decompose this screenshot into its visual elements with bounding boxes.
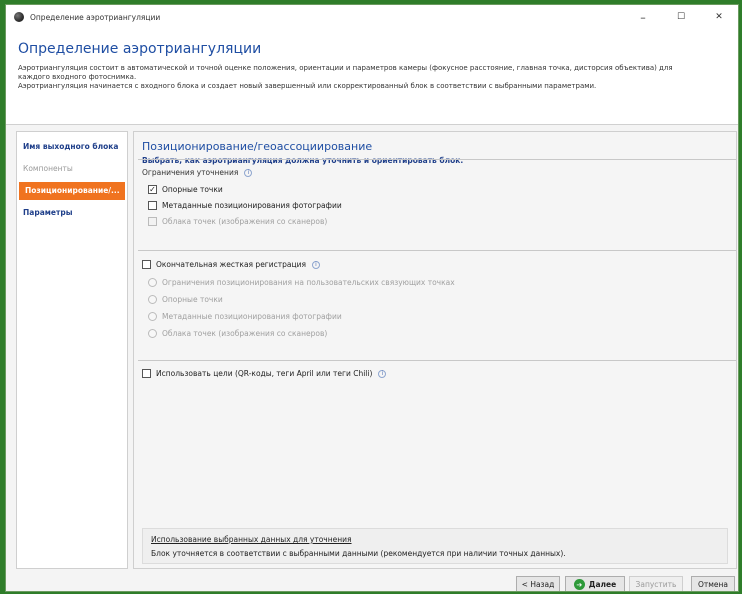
checkbox-point-clouds: Облака точек (изображения со сканеров) bbox=[148, 217, 327, 226]
radio-label: Метаданные позиционирования фотографии bbox=[162, 312, 342, 321]
arrow-right-icon: ➔ bbox=[573, 579, 585, 590]
sidebar-item-positioning[interactable]: Позиционирование/... bbox=[19, 182, 125, 200]
wizard-steps-sidebar: Имя выходного блока Компоненты Позициони… bbox=[16, 131, 128, 569]
run-button: Запустить bbox=[629, 576, 683, 591]
constraints-group-title: Ограничения уточнения i bbox=[142, 168, 253, 177]
divider bbox=[138, 159, 736, 160]
maximize-button[interactable]: ☐ bbox=[662, 5, 700, 29]
radio-control-points: Опорные точки bbox=[148, 295, 223, 304]
info-icon[interactable]: i bbox=[244, 168, 253, 177]
radio-label: Облака точек (изображения со сканеров) bbox=[162, 329, 328, 338]
cancel-button[interactable]: Отмена bbox=[691, 576, 735, 591]
checkbox-unchecked[interactable] bbox=[142, 369, 151, 378]
window-title: Определение аэротриангуляции bbox=[30, 12, 161, 22]
radio-label: Ограничения позиционирования на пользова… bbox=[162, 278, 455, 287]
wizard-header: Определение аэротриангуляции Аэротриангу… bbox=[6, 29, 738, 125]
close-button[interactable]: ✕ bbox=[700, 5, 738, 29]
checkbox-unchecked[interactable] bbox=[142, 260, 151, 269]
checkbox-unchecked[interactable] bbox=[148, 201, 157, 210]
page-description: Аэротриангуляция состоит в автоматическо… bbox=[18, 64, 726, 91]
wizard-footer: < Назад ➔ Далее Запустить Отмена bbox=[6, 573, 738, 591]
next-label: Далее bbox=[588, 580, 617, 589]
checkbox-final-rigid-registration[interactable]: Окончательная жесткая регистрация i bbox=[142, 260, 320, 269]
radio-disabled bbox=[148, 278, 157, 287]
checkbox-control-points[interactable]: ✓ Опорные точки bbox=[148, 185, 223, 194]
section-subtitle: Выбрать, как аэротриангуляция должна уто… bbox=[142, 156, 464, 165]
page-title: Определение аэротриангуляции bbox=[18, 41, 262, 57]
positioning-panel: Позиционирование/геоассоциирование Выбра… bbox=[133, 131, 737, 569]
checkbox-photo-metadata[interactable]: Метаданные позиционирования фотографии bbox=[148, 201, 342, 210]
sidebar-item-components: Компоненты bbox=[23, 164, 73, 173]
divider bbox=[138, 250, 736, 251]
sidebar-item-parameters[interactable]: Параметры bbox=[17, 204, 127, 222]
info-icon[interactable]: i bbox=[378, 369, 387, 378]
dialog-window: Определение аэротриангуляции – ☐ ✕ Опред… bbox=[5, 4, 739, 592]
hint-text: Блок уточняется в соответствии с выбранн… bbox=[151, 549, 566, 558]
minimize-button[interactable]: – bbox=[624, 5, 662, 29]
radio-disabled bbox=[148, 295, 157, 304]
app-icon bbox=[14, 12, 24, 22]
checkbox-label: Опорные точки bbox=[162, 185, 223, 194]
checkbox-label: Метаданные позиционирования фотографии bbox=[162, 201, 342, 210]
sidebar-item-output-block-name[interactable]: Имя выходного блока bbox=[17, 138, 127, 156]
description-line: Аэротриангуляция состоит в автоматическо… bbox=[18, 64, 673, 72]
description-line: каждого входного фотоснимка. bbox=[18, 73, 137, 81]
back-button[interactable]: < Назад bbox=[516, 576, 560, 591]
info-icon[interactable]: i bbox=[311, 260, 320, 269]
divider bbox=[138, 360, 736, 361]
next-button[interactable]: ➔ Далее bbox=[565, 576, 625, 591]
constraints-label: Ограничения уточнения bbox=[142, 168, 239, 177]
checkbox-checked[interactable]: ✓ bbox=[148, 185, 157, 194]
section-title: Позиционирование/геоассоциирование bbox=[142, 140, 373, 153]
checkbox-label: Окончательная жесткая регистрация bbox=[156, 260, 306, 269]
radio-user-tie-points: Ограничения позиционирования на пользова… bbox=[148, 278, 455, 287]
radio-disabled bbox=[148, 312, 157, 321]
radio-point-clouds: Облака точек (изображения со сканеров) bbox=[148, 329, 327, 338]
title-bar: Определение аэротриангуляции – ☐ ✕ bbox=[6, 5, 738, 29]
window-controls: – ☐ ✕ bbox=[624, 5, 738, 29]
radio-label: Опорные точки bbox=[162, 295, 223, 304]
radio-disabled bbox=[148, 329, 157, 338]
checkbox-disabled bbox=[148, 217, 157, 226]
description-line: Аэротриангуляция начинается с входного б… bbox=[18, 82, 597, 90]
hint-box: Использование выбранных данных для уточн… bbox=[142, 528, 728, 564]
checkbox-label: Облака точек (изображения со сканеров) bbox=[162, 217, 328, 226]
checkbox-use-targets[interactable]: Использовать цели (QR-коды, теги April и… bbox=[142, 369, 387, 378]
checkbox-label: Использовать цели (QR-коды, теги April и… bbox=[156, 369, 373, 378]
hint-link[interactable]: Использование выбранных данных для уточн… bbox=[151, 535, 719, 544]
radio-photo-metadata: Метаданные позиционирования фотографии bbox=[148, 312, 342, 321]
